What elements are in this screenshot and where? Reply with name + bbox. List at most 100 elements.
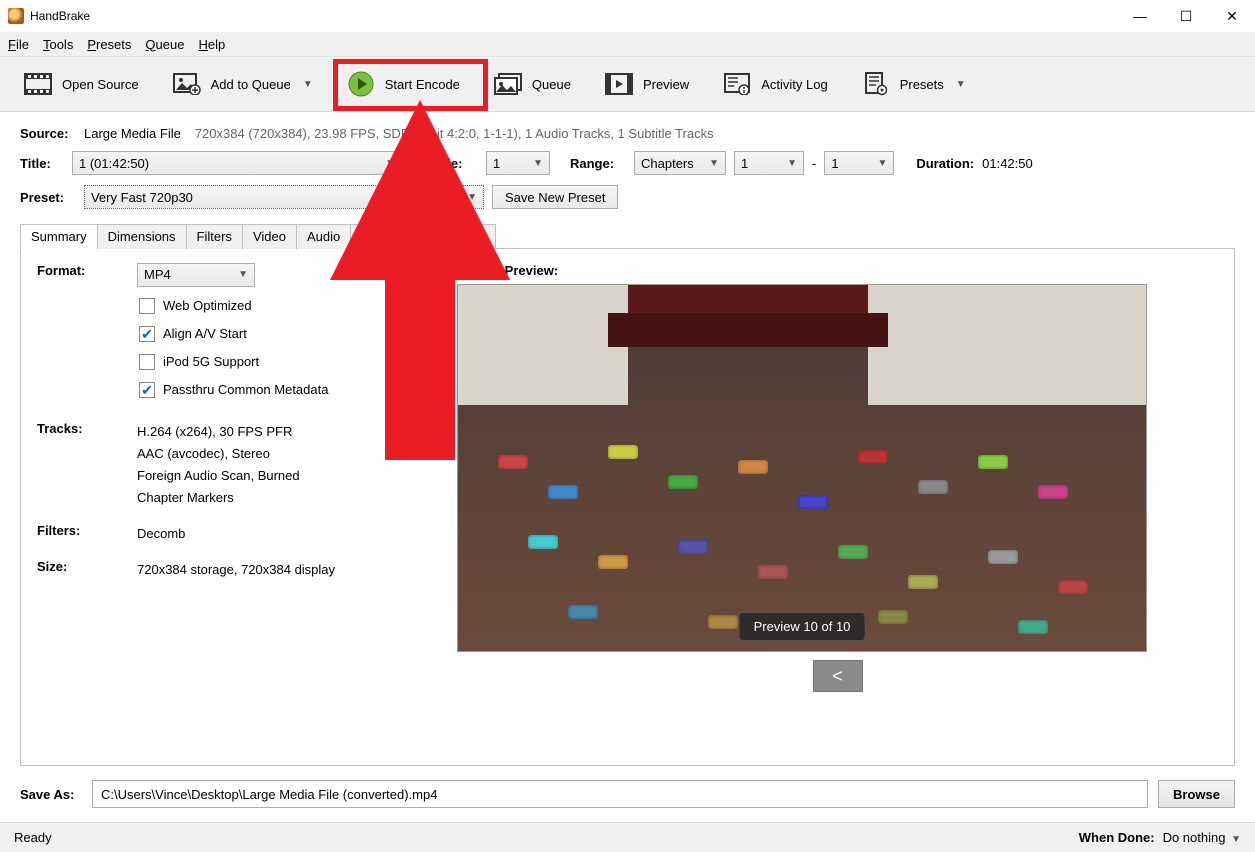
range-to-value: 1 (831, 156, 838, 171)
menu-help[interactable]: Help (198, 37, 225, 52)
presets-button[interactable]: Presets ▼ (848, 60, 980, 108)
menu-presets[interactable]: Presets (87, 37, 131, 52)
format-combo[interactable]: MP4 ▼ (137, 263, 255, 287)
tracks-values: H.264 (x264), 30 FPS PFR AAC (avcodec), … (137, 421, 300, 509)
tab-video[interactable]: Video (242, 224, 297, 249)
browse-label: Browse (1173, 787, 1220, 802)
range-label: Range: (570, 156, 626, 171)
menu-tools[interactable]: Tools (43, 37, 73, 52)
main-content: Source: Large Media File 720x384 (720x38… (0, 112, 1255, 766)
app-icon (8, 8, 24, 24)
when-done-combo[interactable]: Do nothing ▼ (1163, 830, 1241, 845)
range-to-combo[interactable]: 1 ▼ (824, 151, 894, 175)
add-to-queue-label: Add to Queue (211, 77, 291, 92)
passthru-checkbox[interactable]: ✔ Passthru Common Metadata (139, 379, 328, 401)
summary-left: Format: MP4 ▼ Web Optimized ✔ Align A/V … (37, 263, 437, 751)
chevron-down-icon: ▼ (1231, 834, 1241, 845)
range-from-combo[interactable]: 1 ▼ (734, 151, 804, 175)
format-label: Format: (37, 263, 137, 407)
queue-button[interactable]: Queue (480, 60, 585, 108)
format-value: MP4 (144, 264, 171, 286)
range-type-combo[interactable]: Chapters ▼ (634, 151, 726, 175)
filters-value: Decomb (137, 523, 185, 545)
filters-label: Filters: (37, 523, 137, 545)
close-button[interactable]: ✕ (1209, 0, 1255, 32)
preview-counter-badge: Preview 10 of 10 (739, 612, 866, 641)
save-as-label: Save As: (20, 787, 82, 802)
range-dash: - (812, 156, 816, 171)
browse-button[interactable]: Browse (1158, 780, 1235, 808)
preview-heading: Source Preview: (457, 263, 1218, 278)
source-label: Source: (20, 126, 76, 141)
ipod-5g-checkbox[interactable]: iPod 5G Support (139, 351, 328, 373)
maximize-button[interactable]: ☐ (1163, 0, 1209, 32)
minimize-button[interactable]: — (1117, 0, 1163, 32)
tabstrip: Summary Dimensions Filters Video Audio S… (20, 223, 1235, 249)
tab-summary[interactable]: Summary (20, 224, 98, 249)
activity-log-label: Activity Log (761, 77, 827, 92)
chevron-down-icon: ▼ (238, 264, 248, 286)
open-source-button[interactable]: Open Source (10, 60, 153, 108)
tab-chapters[interactable]: Chapters (421, 224, 496, 249)
preview-area: Source Preview: (457, 263, 1218, 751)
preset-value: Very Fast 720p30 (91, 190, 193, 205)
range-from-value: 1 (741, 156, 748, 171)
summary-panel: Format: MP4 ▼ Web Optimized ✔ Align A/V … (20, 249, 1235, 766)
menu-queue[interactable]: Queue (145, 37, 184, 52)
toolbar: Open Source Add to Queue ▼ Start Encode … (0, 56, 1255, 112)
preview-button[interactable]: Preview (591, 60, 703, 108)
presets-label: Presets (900, 77, 944, 92)
align-av-label: Align A/V Start (163, 323, 247, 345)
preset-label: Preset: (20, 190, 76, 205)
save-row: Save As: C:\Users\Vince\Desktop\Large Me… (0, 766, 1255, 822)
tab-subtitles[interactable]: Subtitles (350, 224, 422, 249)
chevron-down-icon: ▼ (533, 158, 543, 169)
save-new-preset-label: Save New Preset (505, 190, 605, 205)
preview-image: Preview 10 of 10 (457, 284, 1147, 652)
chevron-down-icon: ▼ (467, 192, 477, 203)
angle-combo[interactable]: 1 ▼ (486, 151, 550, 175)
presets-icon (862, 72, 890, 96)
preview-prev-button[interactable]: < (813, 660, 863, 692)
range-type-value: Chapters (641, 156, 694, 171)
chevron-down-icon: ▼ (787, 158, 797, 169)
save-new-preset-button[interactable]: Save New Preset (492, 185, 618, 209)
app-title: HandBrake (30, 9, 90, 23)
tab-filters[interactable]: Filters (186, 224, 243, 249)
chevron-down-icon[interactable]: ▼ (303, 79, 313, 90)
size-value: 720x384 storage, 720x384 display (137, 559, 335, 581)
align-av-checkbox[interactable]: ✔ Align A/V Start (139, 323, 328, 345)
ipod-5g-label: iPod 5G Support (163, 351, 259, 373)
window-controls: — ☐ ✕ (1117, 0, 1255, 32)
web-optimized-checkbox[interactable]: Web Optimized (139, 295, 328, 317)
log-icon (723, 72, 751, 96)
chevron-down-icon: ▼ (385, 158, 395, 169)
checkbox-checked-icon: ✔ (139, 382, 155, 398)
track-line: Foreign Audio Scan, Burned (137, 465, 300, 487)
film-icon (24, 72, 52, 96)
tab-audio[interactable]: Audio (296, 224, 351, 249)
play-icon (347, 72, 375, 96)
preset-combo[interactable]: Very Fast 720p30 ▼ (84, 185, 484, 209)
save-as-input[interactable]: C:\Users\Vince\Desktop\Large Media File … (92, 780, 1148, 808)
duration-label: Duration: (916, 156, 974, 171)
menu-file[interactable]: File (8, 37, 29, 52)
title-label: Title: (20, 156, 64, 171)
chevron-down-icon[interactable]: ▼ (956, 79, 966, 90)
add-to-queue-button[interactable]: Add to Queue ▼ (159, 60, 327, 108)
tracks-label: Tracks: (37, 421, 137, 509)
checkbox-checked-icon: ✔ (139, 326, 155, 342)
web-optimized-label: Web Optimized (163, 295, 252, 317)
activity-log-button[interactable]: Activity Log (709, 60, 841, 108)
source-name: Large Media File (84, 126, 181, 141)
track-line: AAC (avcodec), Stereo (137, 443, 300, 465)
status-text: Ready (14, 830, 52, 845)
title-combo[interactable]: 1 (01:42:50) ▼ (72, 151, 402, 175)
start-encode-button[interactable]: Start Encode (333, 60, 474, 108)
start-encode-label: Start Encode (385, 77, 460, 92)
chevron-down-icon: ▼ (709, 158, 719, 169)
tab-dimensions[interactable]: Dimensions (97, 224, 187, 249)
preview-icon (605, 72, 633, 96)
preset-row: Preset: Very Fast 720p30 ▼ Save New Pres… (20, 185, 1235, 209)
statusbar: Ready When Done: Do nothing ▼ (0, 822, 1255, 852)
